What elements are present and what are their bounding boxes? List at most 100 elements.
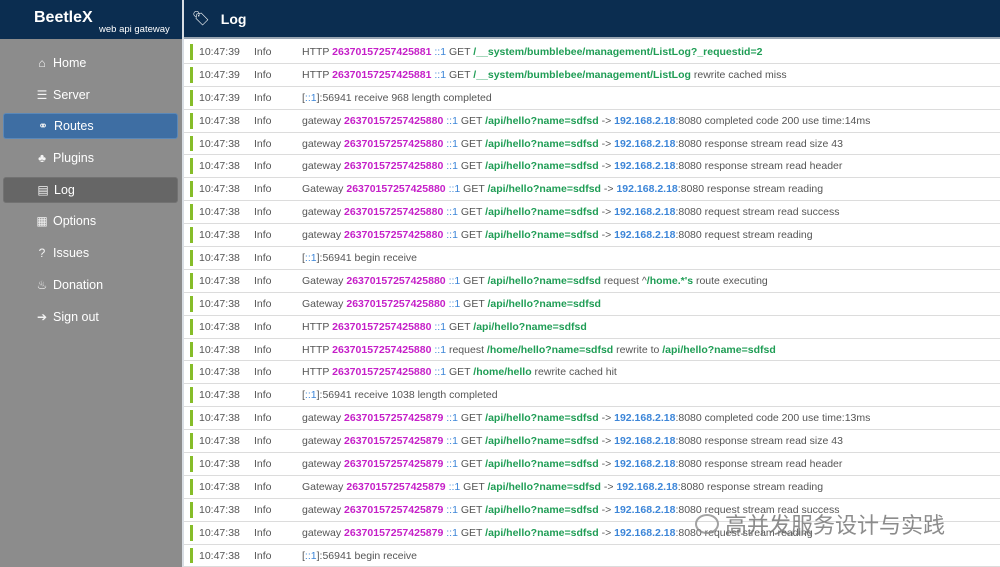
log-path: /api/hello?name=sdfsd [487, 297, 601, 310]
log-text: -> [598, 114, 615, 127]
log-row: 10:47:38 Info gateway 26370157257425879 ::… [184, 522, 1000, 545]
log-message: HTTP 26370157257425881 ::1 GET /__system… [302, 69, 787, 81]
sidebar-item-sign-out[interactable]: ➔ Sign out [3, 304, 178, 330]
brand: BeetleX web api gateway [0, 0, 182, 39]
log-text: gateway [302, 526, 345, 539]
log-id: 26370157257425880 [344, 206, 444, 219]
level-indicator [190, 547, 193, 564]
sidebar-item-issues[interactable]: ? Issues [3, 240, 178, 266]
log-message: Gateway 26370157257425880 ::1 GET /api/h… [302, 298, 601, 310]
log-level: Info [254, 206, 272, 219]
log-row: 10:47:38 Info gateway 26370157257425880 ::… [184, 110, 1000, 133]
log-text: GET [457, 114, 486, 127]
log-row: 10:47:39 Info [::1]:56941 receive 968 leng… [184, 87, 1000, 110]
log-text: rewrite cached miss [690, 68, 787, 81]
log-host: ::1 [448, 274, 461, 287]
log-path: /api/hello?name=sdfsd [485, 160, 599, 173]
log-host: ::1 [304, 389, 317, 402]
sidebar: BeetleX web api gateway ⌂ Home ☰ Server ⚭ Rou… [0, 0, 182, 567]
level-indicator [190, 433, 193, 450]
log-text: GET [446, 366, 474, 379]
log-row: 10:47:38 Info [::1]:56941 begin receive [184, 545, 1000, 567]
log-path: /__system/bumblebee/management/ListLog?_… [473, 45, 763, 58]
brand-name: BeetleX [34, 9, 93, 26]
log-text: :8080 request stream read success [675, 206, 840, 219]
log-text: -> [598, 160, 615, 173]
sidebar-item-home[interactable]: ⌂ Home [3, 50, 178, 76]
sidebar-item-options[interactable]: ▦ Options [3, 208, 178, 234]
log-path: /api/hello?name=sdfsd [487, 274, 601, 287]
log-message: gateway 26370157257425880 ::1 GET /api/h… [302, 138, 843, 150]
log-path: /__system/bumblebee/management/ListLog [473, 68, 691, 81]
log-text: GET [457, 206, 486, 219]
log-path: /api/hello?name=sdfsd [485, 457, 599, 470]
sidebar-item-log[interactable]: ▤ Log [3, 176, 178, 203]
log-row: 10:47:38 Info gateway 26370157257425880 ::… [184, 155, 1000, 179]
log-ip: 192.168.2.18 [614, 206, 676, 219]
level-indicator [190, 66, 193, 83]
log-level: Info [254, 343, 272, 356]
log-text: :8080 response stream read size 43 [675, 435, 843, 448]
page-title: Log [220, 10, 247, 27]
sidebar-item-donation[interactable]: ♨ Donation [3, 272, 178, 298]
log-text: request [446, 343, 487, 356]
log-text: HTTP [302, 68, 333, 81]
log-text: HTTP [302, 366, 333, 379]
log-path: /api/hello?name=sdfsd [485, 114, 599, 127]
log-message: gateway 26370157257425879 ::1 GET /api/h… [302, 435, 843, 447]
log-host: ::1 [434, 366, 447, 379]
log-text: gateway [302, 457, 345, 470]
log-text: :8080 request stream reading [675, 526, 813, 539]
level-indicator [190, 112, 193, 129]
log-host: ::1 [448, 480, 461, 493]
log-text: GET [457, 457, 486, 470]
sidebar-item-label: Log [54, 182, 75, 197]
level-indicator [190, 181, 193, 198]
log-time: 10:47:38 [199, 251, 240, 264]
log-row: 10:47:38 Info HTTP 26370157257425880 ::1 G… [184, 316, 1000, 339]
level-indicator [190, 227, 193, 244]
log-host: ::1 [434, 45, 447, 58]
log-row: 10:47:38 Info gateway 26370157257425880 ::… [184, 133, 1000, 156]
log-message: HTTP 26370157257425881 ::1 GET /__system… [302, 46, 762, 58]
log-path: /api/hello?name=sdfsd [485, 412, 599, 425]
log-level: Info [254, 274, 272, 287]
log-text: gateway [302, 229, 345, 242]
level-indicator [190, 524, 193, 541]
level-indicator [190, 295, 193, 312]
log-row: 10:47:38 Info [::1]:56941 receive 1038 len… [184, 384, 1000, 408]
log-path: /api/hello?name=sdfsd [485, 526, 599, 539]
log-text: ]:56941 begin receive [316, 549, 418, 562]
log-host: ::1 [434, 68, 447, 81]
log-text: :8080 response stream reading [677, 183, 824, 196]
log-host: ::1 [448, 297, 461, 310]
sidebar-item-label: Issues [53, 246, 90, 261]
log-text: Gateway [302, 297, 347, 310]
page-header: 🏷︎ Log [184, 0, 1000, 39]
options-file-icon: ▦ [36, 214, 48, 229]
sidebar-item-plugins[interactable]: ♣ Plugins [3, 145, 178, 171]
log-id: 26370157257425880 [346, 297, 446, 310]
log-message: [::1]:56941 receive 1038 length complete… [302, 389, 498, 401]
log-time: 10:47:38 [199, 343, 240, 356]
sidebar-item-label: Options [53, 214, 97, 229]
log-text: -> [598, 526, 615, 539]
sidebar-item-server[interactable]: ☰ Server [3, 82, 178, 108]
log-text: HTTP [302, 320, 333, 333]
log-id: 26370157257425879 [346, 480, 446, 493]
log-text: rewrite to [613, 343, 663, 356]
log-message: gateway 26370157257425880 ::1 GET /api/h… [302, 115, 870, 127]
log-level: Info [254, 457, 272, 470]
log-text: gateway [302, 160, 345, 173]
log-time: 10:47:38 [199, 480, 240, 493]
log-text: :8080 response stream read header [675, 457, 843, 470]
log-text: :8080 request stream reading [675, 229, 813, 242]
sidebar-item-routes[interactable]: ⚭ Routes [3, 113, 178, 140]
log-level: Info [254, 45, 272, 58]
log-row: 10:47:39 Info HTTP 26370157257425881 ::1 G… [184, 64, 1000, 87]
log-time: 10:47:38 [199, 457, 240, 470]
log-time: 10:47:38 [199, 137, 240, 150]
log-level: Info [254, 160, 272, 173]
log-ip: 192.168.2.18 [616, 480, 678, 493]
log-ip: 192.168.2.18 [614, 435, 676, 448]
